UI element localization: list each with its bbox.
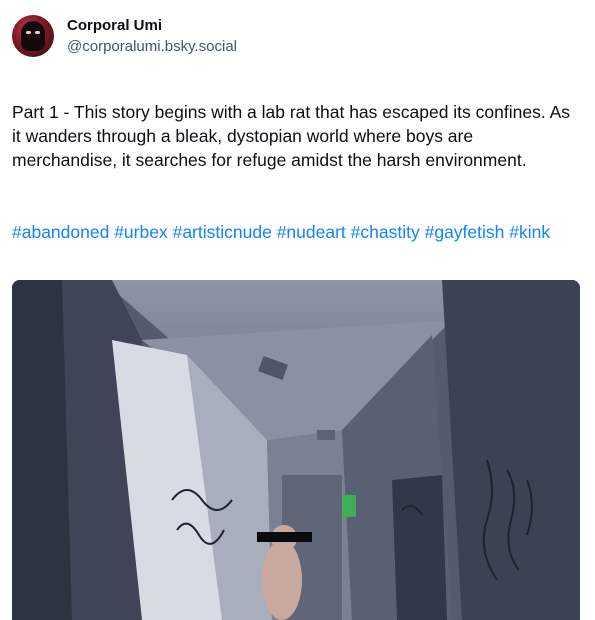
hashtag-link[interactable]: #abandoned: [12, 222, 109, 242]
author-handle[interactable]: @corporalumi.bsky.social: [67, 37, 237, 56]
post-text: Part 1 - This story begins with a lab ra…: [12, 102, 571, 170]
avatar[interactable]: [12, 15, 54, 57]
hashtag-link[interactable]: #artisticnude: [173, 222, 272, 242]
hashtag-link[interactable]: #gayfetish: [425, 222, 505, 242]
corridor-photo: [12, 280, 580, 620]
author-info: Corporal Umi @corporalumi.bsky.social: [67, 16, 237, 56]
hashtag-link[interactable]: #chastity: [351, 222, 420, 242]
masked-avatar-icon: [21, 21, 45, 51]
hashtag-link[interactable]: #nudeart: [277, 222, 346, 242]
post-header: Corporal Umi @corporalumi.bsky.social: [12, 12, 237, 60]
hashtag-link[interactable]: #urbex: [114, 222, 168, 242]
author-display-name[interactable]: Corporal Umi: [67, 16, 237, 35]
avatar-eye-left: [26, 31, 31, 34]
hashtag-list: #abandoned #urbex #artisticnude #nudeart…: [12, 220, 577, 244]
avatar-eye-right: [35, 31, 40, 34]
hashtag-link[interactable]: #kink: [509, 222, 550, 242]
post-image[interactable]: [12, 280, 580, 620]
